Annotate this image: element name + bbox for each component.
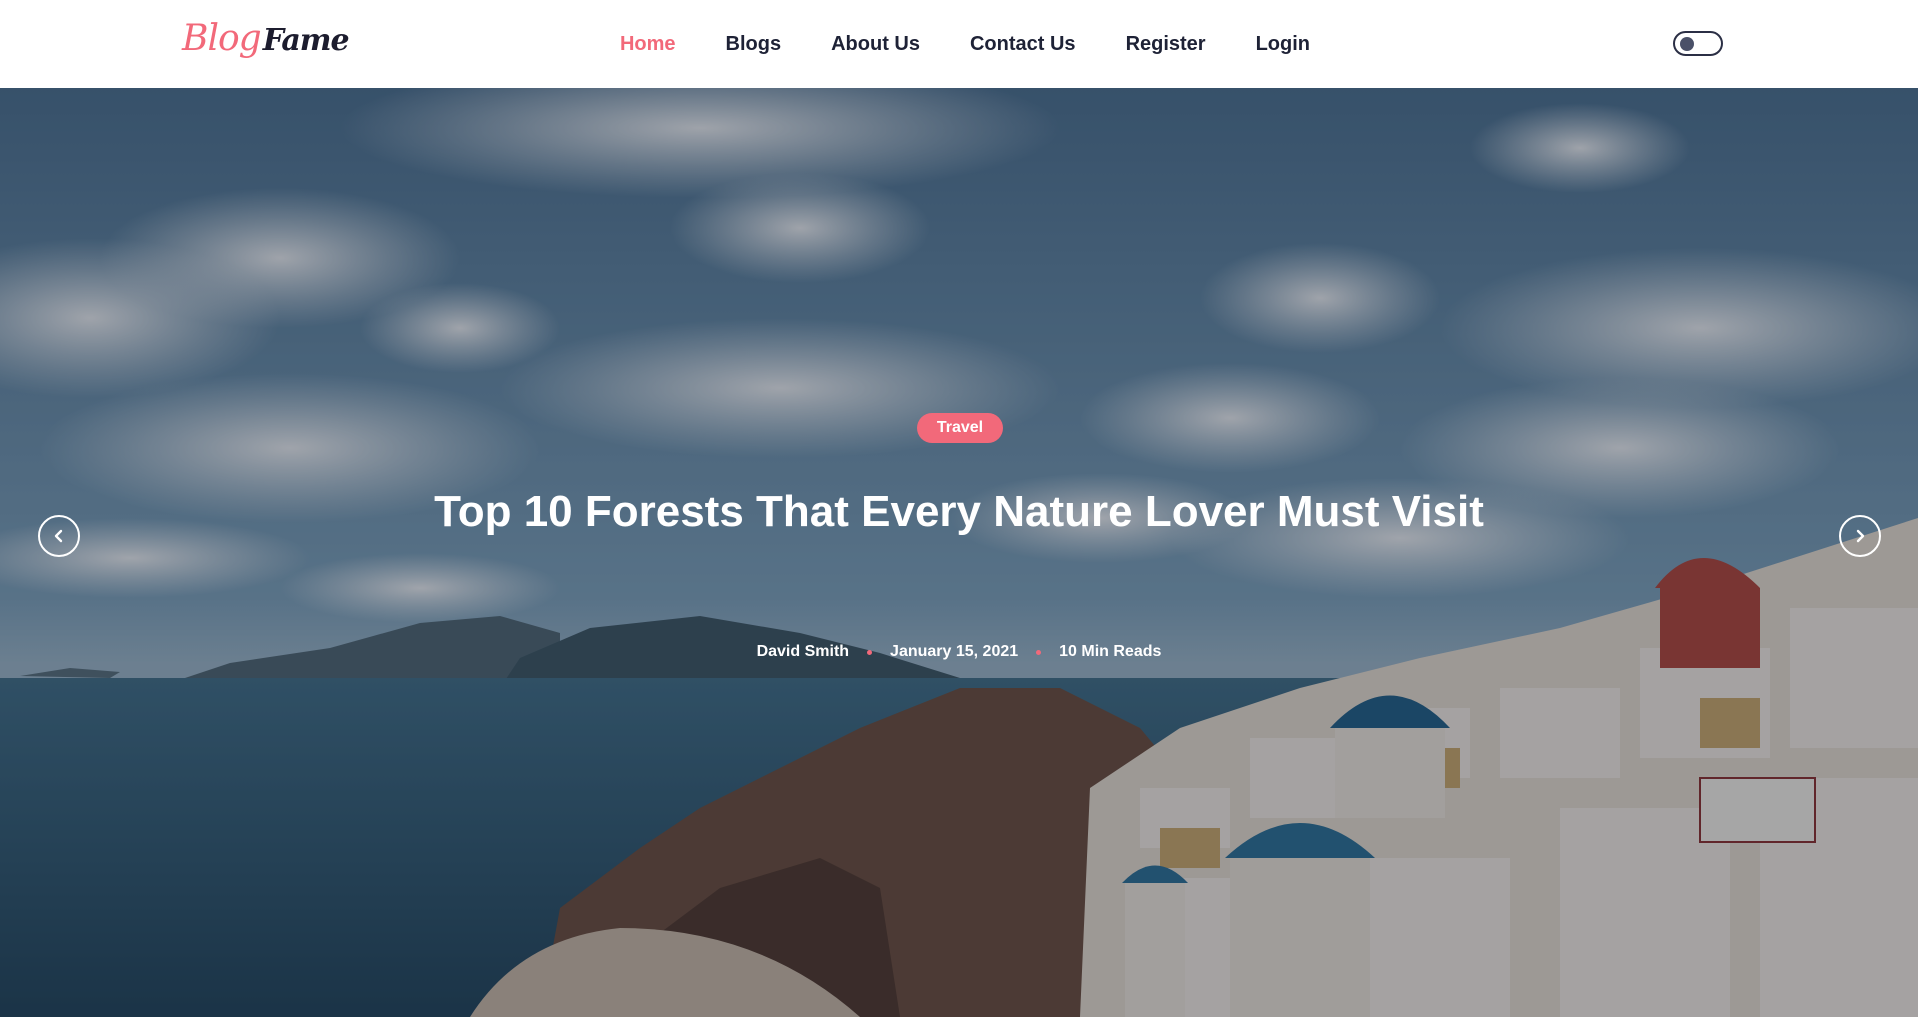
meta-separator-dot <box>1036 649 1042 655</box>
slider-prev-button[interactable] <box>38 515 80 557</box>
nav-item-contact-us[interactable]: Contact Us <box>970 33 1076 56</box>
post-read-time: 10 Min Reads <box>1059 643 1162 660</box>
theme-toggle[interactable] <box>1673 31 1723 56</box>
category-badge[interactable]: Travel <box>917 413 1003 443</box>
nav-item-login[interactable]: Login <box>1256 33 1310 56</box>
toggle-switch-icon <box>1680 37 1694 51</box>
site-header: Blog Fame Home Blogs About Us Contact Us… <box>0 0 1918 88</box>
post-meta: David Smith January 15, 2021 10 Min Read… <box>0 643 1918 661</box>
hero-content: Travel Top 10 Forests That Every Nature … <box>0 88 1918 1017</box>
nav-item-register[interactable]: Register <box>1126 33 1206 56</box>
nav-item-blogs[interactable]: Blogs <box>726 33 782 56</box>
slider-next-button[interactable] <box>1839 515 1881 557</box>
main-nav: Home Blogs About Us Contact Us Register … <box>0 0 1918 88</box>
post-author[interactable]: David Smith <box>757 643 849 661</box>
hero-slider: Travel Top 10 Forests That Every Nature … <box>0 88 1918 1017</box>
post-date: January 15, 2021 <box>890 643 1019 660</box>
nav-item-about-us[interactable]: About Us <box>831 33 920 56</box>
nav-item-home[interactable]: Home <box>620 33 676 56</box>
hero-title[interactable]: Top 10 Forests That Every Nature Lover M… <box>409 480 1509 544</box>
chevron-right-icon <box>1856 529 1865 543</box>
chevron-left-icon <box>54 529 63 543</box>
meta-separator-dot <box>867 649 873 655</box>
